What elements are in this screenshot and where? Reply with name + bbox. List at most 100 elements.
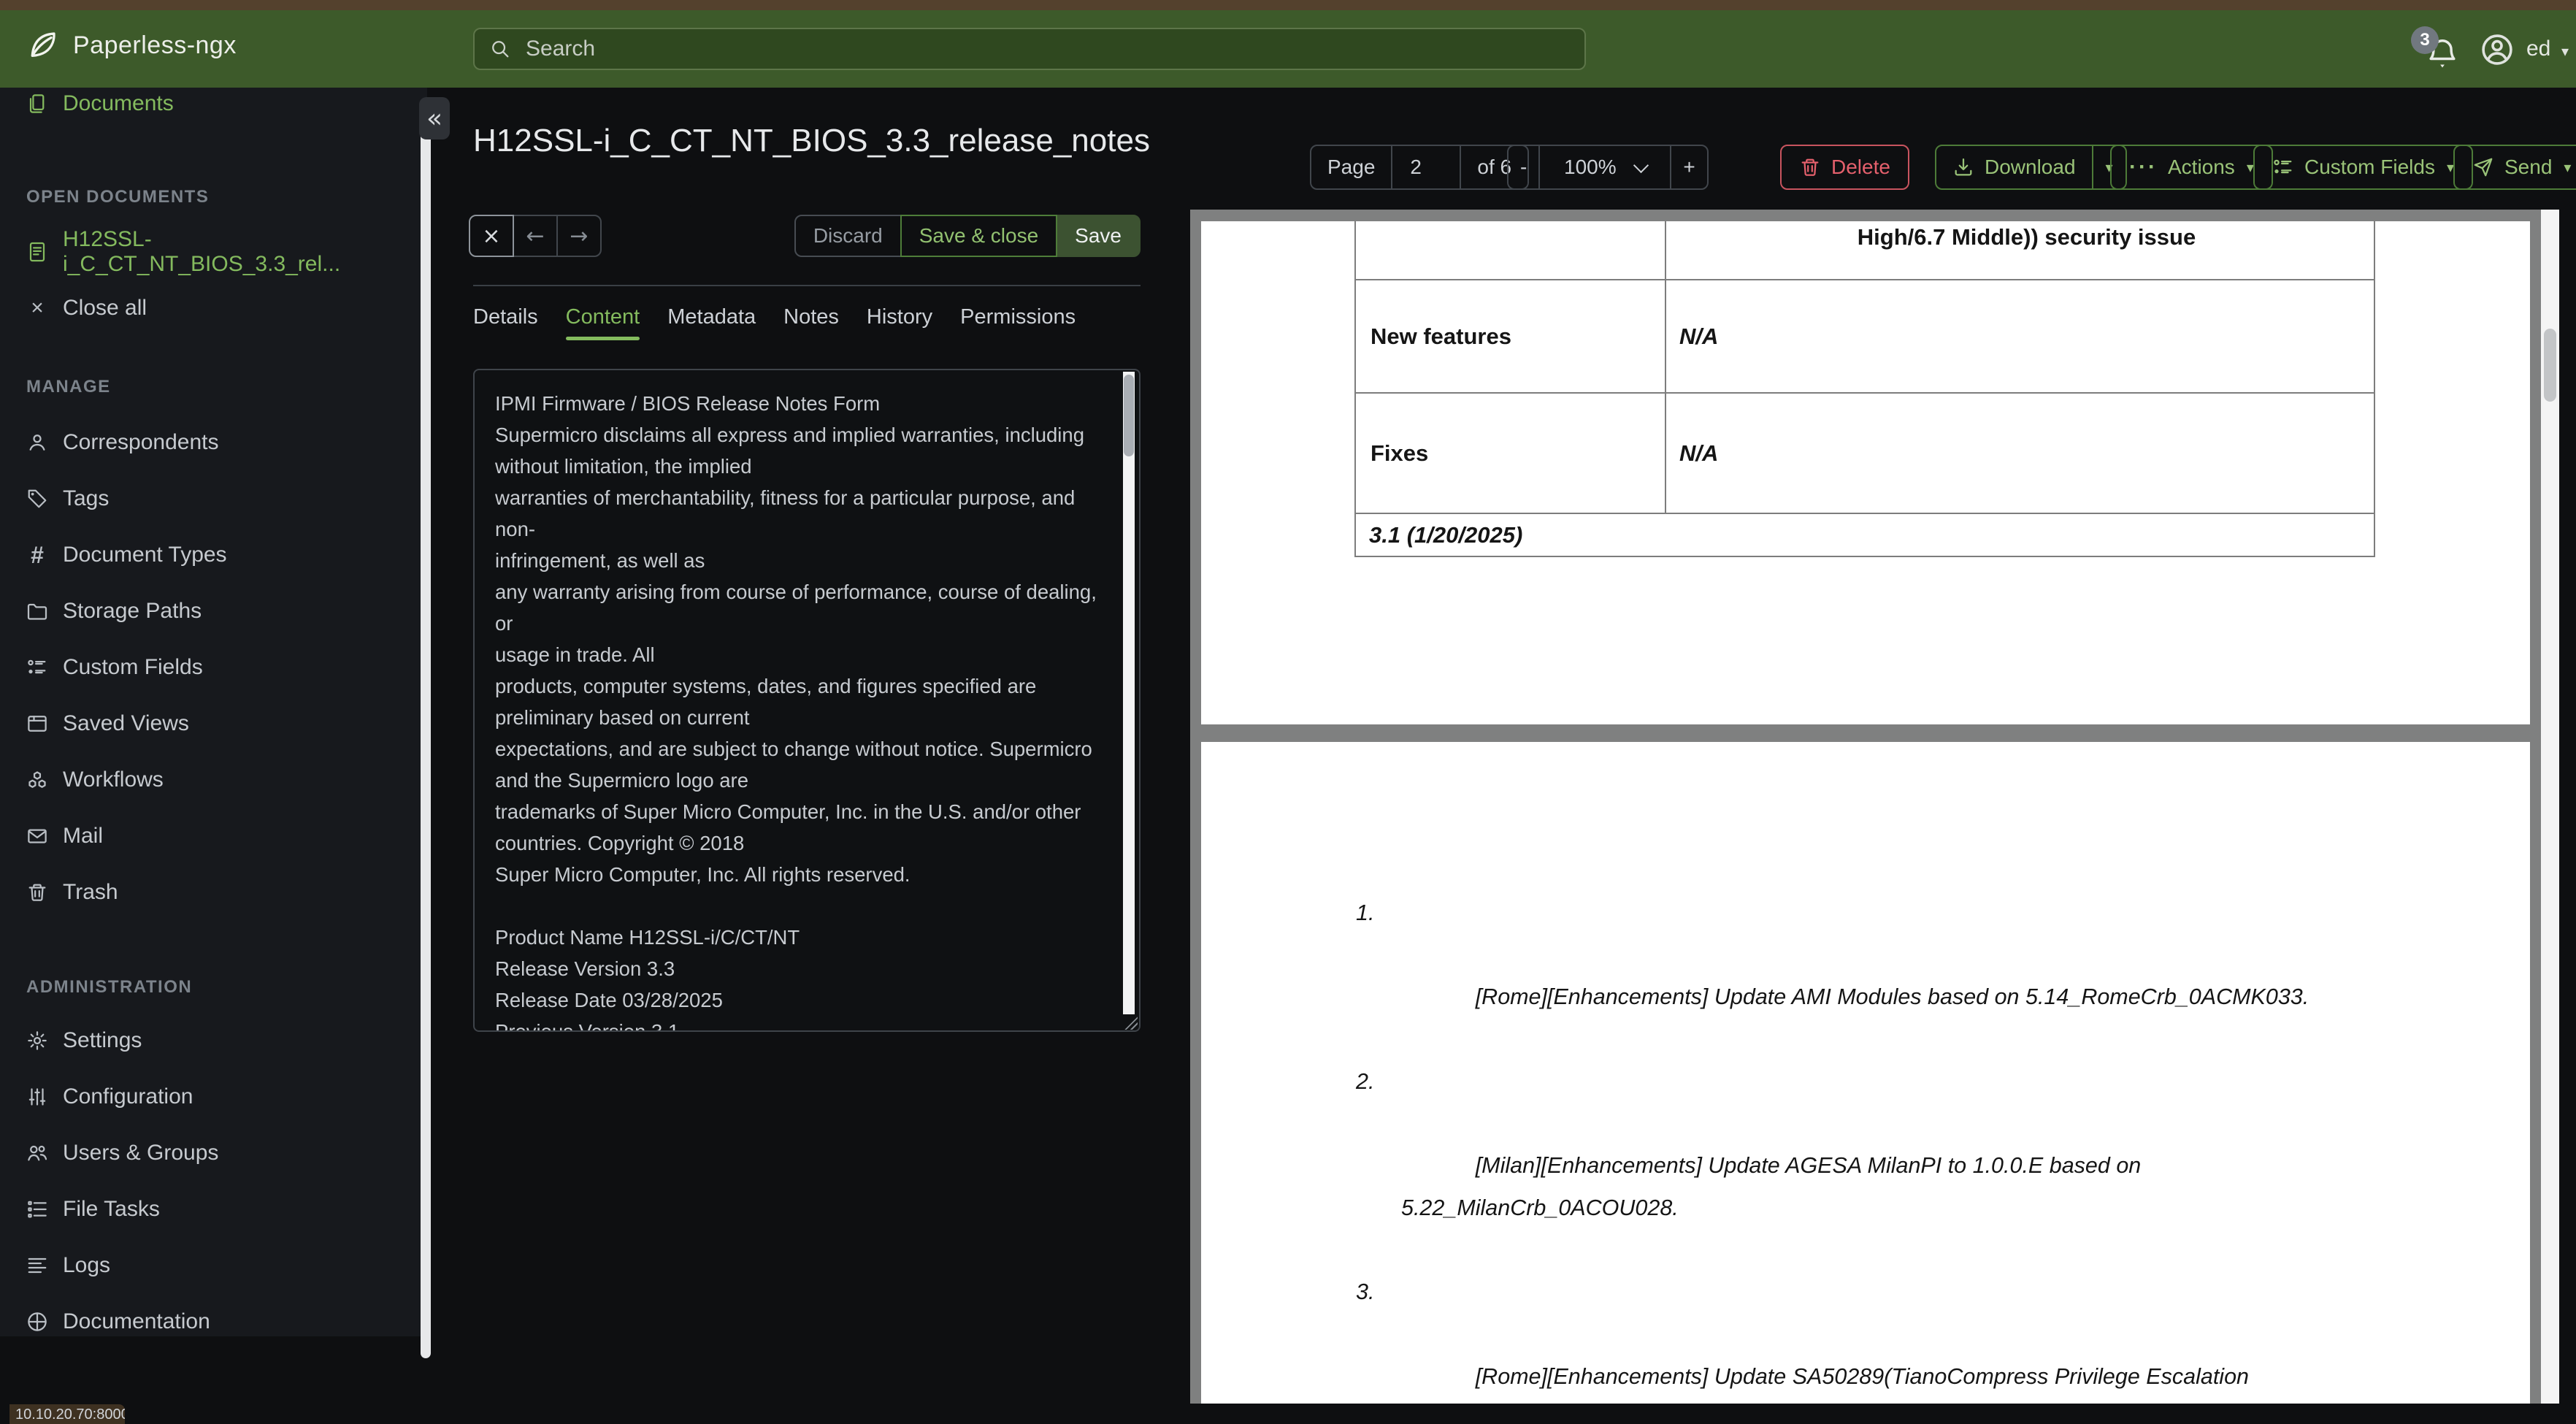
sidebar-item[interactable]: # Document Types bbox=[0, 527, 427, 583]
download-icon bbox=[1952, 156, 1974, 178]
person-icon bbox=[26, 432, 48, 453]
open-documents-list: H12SSL-i_C_CT_NT_BIOS_3.3_rel... bbox=[0, 223, 427, 280]
search-input[interactable] bbox=[524, 36, 1570, 62]
zoom-in-button[interactable]: + bbox=[1670, 145, 1709, 190]
open-documents-section-label: OPEN DOCUMENTS bbox=[26, 187, 210, 207]
sidebar-admin-nav: Settings Configuration Users & Groups Fi… bbox=[0, 1012, 427, 1293]
actions-button[interactable]: ··· Actions ▾ bbox=[2110, 145, 2273, 190]
textarea-resize-handle[interactable] bbox=[1124, 1017, 1138, 1030]
documents-icon bbox=[26, 93, 48, 115]
envelope-icon bbox=[26, 825, 48, 847]
app-title: Paperless-ngx bbox=[73, 31, 237, 59]
sidebar-item-documentation[interactable]: Documentation bbox=[0, 1293, 427, 1336]
release-note-line: 3. [Rome][Enhancements] Update SA50289(T… bbox=[1356, 1279, 2249, 1389]
close-document-button[interactable]: × bbox=[469, 215, 514, 257]
table-row: Fixes N/A bbox=[1356, 394, 2374, 514]
table-cell-value: N/A bbox=[1679, 323, 1719, 349]
sidebar-item[interactable]: Correspondents bbox=[0, 414, 427, 470]
notifications-button[interactable]: 3 bbox=[2411, 26, 2459, 70]
card-list-icon bbox=[2272, 156, 2294, 178]
sidebar-item[interactable]: Users & Groups bbox=[0, 1125, 427, 1181]
user-menu-caret-icon[interactable]: ▾ bbox=[2561, 42, 2569, 60]
sidebar-item[interactable]: Workflows bbox=[0, 751, 427, 808]
pdf-preview-pane: High/6.7 Middle)) security issue New fea… bbox=[1190, 210, 2559, 1404]
zoom-out-button[interactable]: - bbox=[1507, 145, 1541, 190]
delete-button[interactable]: Delete bbox=[1780, 145, 1909, 190]
sidebar-scrollbar[interactable] bbox=[421, 102, 431, 1358]
manage-section-label: MANAGE bbox=[26, 377, 111, 397]
notification-badge: 3 bbox=[2411, 26, 2439, 54]
close-icon: × bbox=[31, 295, 44, 320]
sidebar-item[interactable]: Settings bbox=[0, 1012, 427, 1068]
release-note-line: 2. [Milan][Enhancements] Update AGESA Mi… bbox=[1356, 1068, 2142, 1220]
pdf-scrollbar[interactable] bbox=[2541, 210, 2559, 1404]
global-search[interactable] bbox=[473, 28, 1586, 70]
text-left-icon bbox=[26, 1255, 48, 1276]
custom-fields-button[interactable]: Custom Fields ▾ bbox=[2253, 145, 2473, 190]
administration-section-label: ADMINISTRATION bbox=[26, 977, 193, 997]
tab[interactable]: Notes bbox=[783, 302, 839, 332]
tab[interactable]: History bbox=[867, 302, 932, 332]
sidebar-item[interactable]: Saved Views bbox=[0, 695, 427, 751]
sidebar-item[interactable]: File Tasks bbox=[0, 1181, 427, 1237]
app-screen: Paperless-ngx 3 ed ▾ Dashboard Documents… bbox=[0, 0, 2576, 1424]
save-button[interactable]: Save bbox=[1056, 215, 1141, 257]
download-button[interactable]: Download bbox=[1935, 145, 2093, 190]
textarea-scrollbar[interactable] bbox=[1123, 372, 1135, 1014]
sidebar-item[interactable]: Tags bbox=[0, 470, 427, 527]
sidebar-item[interactable]: Configuration bbox=[0, 1068, 427, 1125]
page-input-cell bbox=[1391, 145, 1462, 190]
list-task-icon bbox=[26, 1198, 48, 1220]
discard-button[interactable]: Discard bbox=[794, 215, 902, 257]
release-notes-table: High/6.7 Middle)) security issue New fea… bbox=[1354, 221, 2375, 557]
sliders-icon bbox=[26, 1086, 48, 1108]
table-cell: High/6.7 Middle)) security issue bbox=[1857, 224, 2196, 250]
next-document-button[interactable]: → bbox=[556, 215, 602, 257]
username[interactable]: ed bbox=[2526, 37, 2550, 61]
page-input[interactable] bbox=[1408, 155, 1444, 180]
folder-icon bbox=[26, 600, 48, 622]
editor-divider bbox=[473, 285, 1141, 286]
sidebar-item[interactable]: Mail bbox=[0, 808, 427, 864]
previous-document-button[interactable]: ← bbox=[513, 215, 558, 257]
top-accent-strip bbox=[0, 0, 2576, 10]
release-notes-list: 1. [Rome][Enhancements] Update AMI Modul… bbox=[1356, 892, 2371, 1404]
send-button[interactable]: Send ▾ bbox=[2453, 145, 2576, 190]
gear-icon bbox=[26, 1030, 48, 1052]
sidebar-item-open-document[interactable]: H12SSL-i_C_CT_NT_BIOS_3.3_rel... bbox=[0, 223, 427, 280]
table-cell-label: Fixes bbox=[1356, 394, 1666, 513]
search-icon bbox=[489, 38, 511, 60]
zoom-level-dropdown[interactable]: 100% bbox=[1538, 145, 1672, 190]
pdf-page-2: 1. [Rome][Enhancements] Update AMI Modul… bbox=[1201, 742, 2530, 1404]
tab[interactable]: Metadata bbox=[667, 302, 756, 332]
document-content-textarea[interactable]: IPMI Firmware / BIOS Release Notes Form … bbox=[473, 369, 1141, 1032]
globe-icon bbox=[26, 1311, 48, 1333]
table-cell-label: New features bbox=[1356, 280, 1666, 392]
app-brand[interactable]: Paperless-ngx bbox=[26, 29, 237, 61]
boxes-icon bbox=[26, 769, 48, 791]
sidebar-item[interactable]: Storage Paths bbox=[0, 583, 427, 639]
tab[interactable]: Details bbox=[473, 302, 538, 332]
zoom-controls: - 100% + bbox=[1507, 145, 1709, 190]
collapse-sidebar-button[interactable]: « bbox=[419, 97, 450, 139]
document-nav-group: × ← → bbox=[469, 215, 602, 257]
trash-icon bbox=[26, 881, 48, 903]
hash-icon: # bbox=[31, 541, 44, 568]
tab[interactable]: Permissions bbox=[960, 302, 1076, 332]
user-avatar-icon[interactable] bbox=[2480, 32, 2515, 67]
sidebar-manage-nav: Correspondents Tags # Document Types Sto… bbox=[0, 414, 427, 920]
sidebar-item-close-all[interactable]: × Close all bbox=[0, 280, 427, 336]
save-and-close-button[interactable]: Save & close bbox=[900, 215, 1058, 257]
textarea-scrollbar-thumb[interactable] bbox=[1124, 375, 1134, 456]
tab[interactable]: Content bbox=[565, 302, 640, 340]
sidebar-item[interactable]: Trash bbox=[0, 864, 427, 920]
download-split-button: Download ▾ bbox=[1935, 145, 2127, 190]
editor-tabs: Details Content Metadata Notes History P… bbox=[473, 302, 1076, 340]
table-version-row: 3.1 (1/20/2025) bbox=[1356, 514, 2374, 557]
sidebar-item[interactable]: Logs bbox=[0, 1237, 427, 1293]
people-icon bbox=[26, 1142, 48, 1164]
page-label: Page bbox=[1310, 145, 1393, 190]
pdf-scrollbar-thumb[interactable] bbox=[2544, 329, 2556, 402]
sidebar-item[interactable]: Custom Fields bbox=[0, 639, 427, 695]
chevron-down-icon bbox=[1633, 157, 1649, 173]
